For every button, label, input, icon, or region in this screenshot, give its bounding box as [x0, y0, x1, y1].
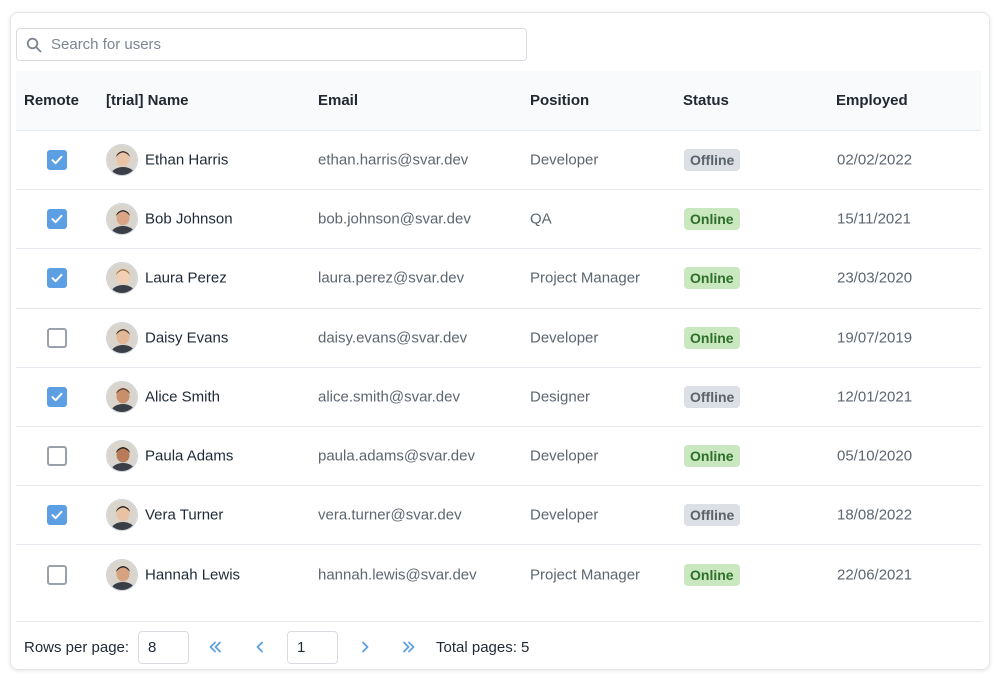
- employed-date: 12/01/2021: [837, 388, 913, 406]
- remote-checkbox[interactable]: [47, 268, 67, 289]
- user-email: ethan.harris@svar.dev: [318, 151, 469, 169]
- user-name: Vera Turner: [145, 506, 224, 524]
- remote-checkbox[interactable]: [47, 209, 67, 230]
- table-row[interactable]: Ethan Harris ethan.harris@svar.dev Develop…: [16, 131, 981, 191]
- chevron-right-icon: [362, 641, 369, 653]
- column-header-email[interactable]: Email: [318, 92, 358, 109]
- column-header-position[interactable]: Position: [530, 92, 589, 109]
- user-name: Hannah Lewis: [145, 566, 241, 584]
- status-badge: Online: [684, 563, 740, 586]
- remote-checkbox[interactable]: [47, 386, 67, 407]
- remote-checkbox[interactable]: [47, 150, 67, 171]
- column-header-remote[interactable]: Remote: [24, 92, 79, 109]
- chevron-left-icon: [256, 641, 263, 653]
- user-email: alice.smith@svar.dev: [318, 388, 460, 406]
- employed-date: 05/10/2020: [837, 447, 913, 465]
- status-badge: Online: [684, 267, 740, 290]
- table-row[interactable]: Alice Smith alice.smith@svar.dev Designer 1…: [16, 368, 981, 427]
- table-row[interactable]: Laura Perez laura.perez@svar.dev Project M…: [16, 249, 981, 309]
- page-number-input[interactable]: 1: [287, 631, 338, 664]
- avatar: [106, 440, 138, 473]
- column-header-employed[interactable]: Employed: [836, 92, 908, 109]
- remote-checkbox[interactable]: [47, 446, 67, 467]
- user-position: Developer: [530, 506, 599, 524]
- avatar: [106, 321, 138, 354]
- status-badge: Online: [684, 208, 740, 231]
- user-email: laura.perez@svar.dev: [318, 269, 465, 287]
- status-badge: Online: [684, 326, 740, 349]
- table-row[interactable]: Hannah Lewis hannah.lewis@svar.dev Project…: [16, 545, 981, 604]
- avatar: [106, 203, 138, 236]
- check-icon: [51, 215, 63, 224]
- user-email: daisy.evans@svar.dev: [318, 329, 468, 347]
- last-page-button[interactable]: [399, 637, 419, 657]
- user-position: Designer: [530, 388, 591, 406]
- user-position: Developer: [530, 447, 599, 465]
- user-name: Laura Perez: [145, 269, 227, 287]
- remote-checkbox[interactable]: [47, 505, 67, 526]
- user-position: Project Manager: [530, 566, 641, 584]
- search-box[interactable]: [16, 28, 527, 61]
- employed-date: 19/07/2019: [837, 329, 913, 347]
- avatar: [106, 380, 138, 413]
- rows-per-page-label: Rows per page:: [24, 639, 130, 656]
- table-header: Remote [trial] Name Email Position Statu…: [16, 71, 981, 131]
- users-table-card: Remote [trial] Name Email Position Statu…: [10, 12, 990, 670]
- user-position: Developer: [530, 151, 599, 169]
- prev-page-button[interactable]: [250, 637, 270, 657]
- user-name: Paula Adams: [145, 447, 234, 465]
- remote-checkbox[interactable]: [47, 564, 67, 585]
- user-name: Ethan Harris: [145, 151, 229, 169]
- employed-date: 18/08/2022: [837, 506, 913, 524]
- table-row[interactable]: Bob Johnson bob.johnson@svar.dev QA 15/11/2…: [16, 190, 981, 250]
- user-name: Alice Smith: [145, 388, 221, 406]
- user-email: bob.johnson@svar.dev: [318, 210, 471, 228]
- pagination-bar: Rows per page: 8 1 Total pages: 5: [16, 621, 981, 669]
- chevrons-right-icon: [403, 641, 415, 653]
- status-badge: Offline: [684, 504, 741, 527]
- table-body: Ethan Harris ethan.harris@svar.dev Develop…: [16, 131, 981, 605]
- status-badge: Online: [684, 445, 740, 468]
- status-badge: Offline: [684, 149, 741, 172]
- table-row[interactable]: Paula Adams paula.adams@svar.dev Developer…: [16, 427, 981, 487]
- employed-date: 22/06/2021: [837, 566, 913, 584]
- table-row[interactable]: Vera Turner vera.turner@svar.dev Developer…: [16, 486, 981, 546]
- first-page-button[interactable]: [205, 637, 225, 657]
- user-name: Bob Johnson: [145, 210, 233, 228]
- avatar: [106, 144, 138, 177]
- user-name: Daisy Evans: [145, 329, 229, 347]
- total-pages-label: Total pages: 5: [436, 639, 530, 656]
- user-position: Developer: [530, 329, 599, 347]
- user-email: paula.adams@svar.dev: [318, 447, 475, 465]
- users-table: Remote [trial] Name Email Position Statu…: [16, 71, 981, 605]
- table-row[interactable]: Daisy Evans daisy.evans@svar.dev Developer…: [16, 309, 981, 368]
- check-icon: [51, 511, 63, 520]
- search-input[interactable]: [51, 36, 511, 53]
- check-icon: [51, 274, 63, 283]
- avatar: [106, 499, 138, 532]
- employed-date: 15/11/2021: [837, 210, 911, 228]
- employed-date: 02/02/2022: [837, 151, 913, 169]
- remote-checkbox[interactable]: [47, 327, 67, 348]
- user-email: hannah.lewis@svar.dev: [318, 566, 477, 584]
- user-position: Project Manager: [530, 269, 641, 287]
- check-icon: [51, 392, 63, 402]
- column-header-name[interactable]: [trial] Name: [106, 92, 189, 109]
- employed-date: 23/03/2020: [837, 269, 913, 287]
- next-page-button[interactable]: [355, 637, 375, 657]
- search-icon: [26, 37, 42, 53]
- check-icon: [51, 155, 63, 165]
- column-header-status[interactable]: Status: [683, 92, 729, 109]
- chevrons-left-icon: [209, 641, 221, 653]
- user-position: QA: [530, 210, 552, 228]
- avatar: [106, 262, 138, 295]
- avatar: [106, 558, 138, 591]
- rows-per-page-input[interactable]: 8: [138, 631, 189, 664]
- user-email: vera.turner@svar.dev: [318, 506, 462, 524]
- status-badge: Offline: [684, 385, 741, 408]
